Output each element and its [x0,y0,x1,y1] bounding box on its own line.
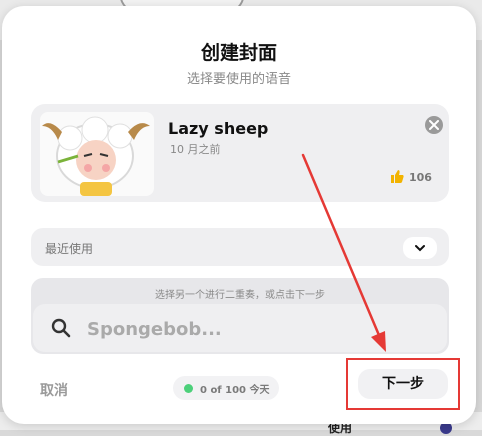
recent-toggle-button[interactable] [403,237,437,259]
recent-dropdown[interactable]: 最近使用 [31,228,449,266]
remove-voice-button[interactable] [425,116,443,134]
thumbs-up-icon [391,170,404,183]
search-panel: 选择另一个进行二重奏，或点击下一步 [31,278,449,354]
voice-name: Lazy sheep [168,119,269,138]
modal-title: 创建封面 [200,42,277,64]
status-dot [184,384,193,393]
search-input[interactable] [85,315,419,343]
chevron-down-icon [415,245,425,252]
cancel-button[interactable]: 取消 [40,380,68,400]
daily-quota-badge: 0 of 100 今天 [173,376,279,400]
sheep-avatar [40,112,154,196]
selected-voice-card[interactable]: Lazy sheep 10 月之前 106 [31,104,449,202]
modal-subtitle: 选择要使用的语音 [186,72,291,87]
search-icon [51,318,71,338]
close-icon [429,120,439,130]
likes-count: 106 [409,171,432,184]
recent-label: 最近使用 [45,242,94,256]
search-hint: 选择另一个进行二重奏，或点击下一步 [155,290,325,301]
next-button[interactable]: 下一步 [358,369,448,399]
next-button-label: 下一步 [382,376,424,392]
voice-date: 10 月之前 [170,143,221,156]
search-box[interactable] [33,304,447,352]
next-button-highlight: 下一步 [346,358,460,410]
quota-text: 0 of 100 今天 [200,385,270,396]
